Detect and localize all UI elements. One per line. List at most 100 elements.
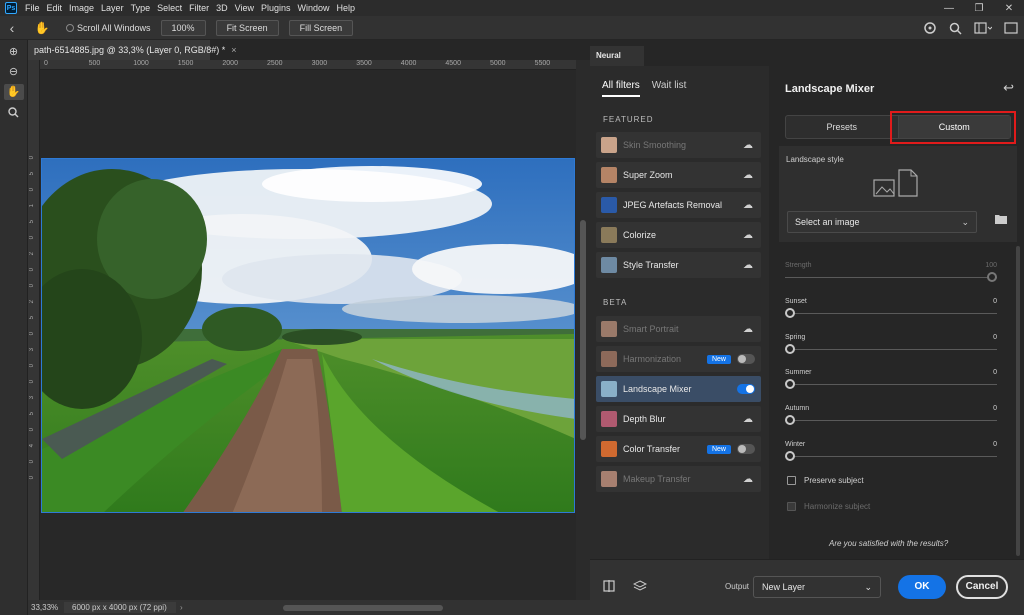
filter-item-landscape-mixer[interactable]: Landscape Mixer [596,376,761,402]
status-menu-arrow-icon[interactable]: › [180,603,183,612]
ok-button[interactable]: OK [898,575,946,599]
preserve-subject-checkbox[interactable]: Preserve subject [787,476,864,485]
tab-wait-list[interactable]: Wait list [652,80,687,97]
menu-edit[interactable]: Edit [47,3,63,13]
slider-winter[interactable]: Winter 0 [785,441,997,465]
select-image-dropdown[interactable]: Select an image ⌄ [787,211,977,233]
share-icon[interactable] [923,21,937,35]
workspace-icon[interactable] [974,22,992,34]
cloud-download-icon[interactable]: ☁ [741,414,755,425]
slider-summer[interactable]: Summer 0 [785,369,997,393]
slider-strength[interactable]: Strength 100 [785,262,997,286]
slider-track[interactable] [785,420,997,422]
filter-item-super-zoom[interactable]: Super Zoom ☁ [596,162,761,188]
tab-all-filters[interactable]: All filters [602,80,640,97]
filter-item-harmonization[interactable]: Harmonization New [596,346,761,372]
cloud-download-icon[interactable]: ☁ [741,200,755,211]
scrollbar-thumb[interactable] [580,220,586,440]
minimize-button[interactable]: — [934,3,964,14]
slider-value: 0 [993,369,997,377]
search-icon[interactable] [949,22,962,35]
zoom-level[interactable]: 33,33% [28,603,64,612]
slider-handle[interactable] [785,379,795,390]
menu-help[interactable]: Help [337,3,356,13]
options-right-icons [923,16,1018,40]
settings-title: Landscape Mixer [785,83,875,95]
presets-custom-toggle: Presets Custom [785,115,1011,139]
slider-handle[interactable] [785,307,795,318]
slider-track[interactable] [785,384,997,386]
filter-item-makeup-transfer[interactable]: Makeup Transfer ☁ [596,466,761,492]
document-tab[interactable]: path-6514885.jpg @ 33,3% (Layer 0, RGB/8… [28,40,237,60]
cloud-download-icon[interactable]: ☁ [741,474,755,485]
filter-toggle[interactable] [737,444,755,454]
slider-track[interactable] [785,456,997,457]
slider-sunset[interactable]: Sunset 0 [785,298,997,322]
close-button[interactable]: ✕ [994,3,1024,14]
slider-handle[interactable] [785,451,795,461]
menu-plugins[interactable]: Plugins [261,3,291,13]
slider-handle[interactable] [785,415,795,426]
filter-item-skin-smoothing[interactable]: Skin Smoothing ☁ [596,132,761,158]
window-arrange-icon[interactable] [1004,22,1018,34]
slider-track[interactable] [785,348,997,350]
filter-toggle[interactable] [737,354,755,364]
filter-item-color-transfer[interactable]: Color Transfer New [596,436,761,462]
scroll-all-windows-checkbox[interactable]: Scroll All Windows [66,23,151,33]
fill-screen-button[interactable]: Fill Screen [288,19,354,36]
reset-icon[interactable]: ↩ [1003,80,1014,96]
back-icon[interactable]: ‹ [0,20,24,36]
cloud-download-icon[interactable]: ☁ [741,230,755,241]
filter-item-style-transfer[interactable]: Style Transfer ☁ [596,252,761,278]
hand-icon[interactable]: ✋ [3,84,24,100]
cloud-download-icon[interactable]: ☁ [741,140,755,151]
neural-filters-tab[interactable]: Neural Filters [590,46,644,80]
slider-autumn[interactable]: Autumn 0 [785,405,997,429]
settings-scrollbar[interactable] [1016,246,1020,556]
menu-layer[interactable]: Layer [101,3,124,13]
menu-select[interactable]: Select [157,3,182,13]
filter-item-colorize[interactable]: Colorize ☁ [596,222,761,248]
zoom-icon[interactable] [4,104,24,120]
slider-handle[interactable] [987,272,997,282]
zoom-100-button[interactable]: 100% [160,19,206,36]
presets-button[interactable]: Presets [786,116,898,138]
slider-track[interactable] [785,277,997,278]
cloud-download-icon[interactable]: ☁ [741,324,755,335]
filter-toggle[interactable] [737,384,755,394]
ruler-tick-label: 3 [29,348,35,352]
custom-button[interactable]: Custom [897,116,1010,138]
ruler-tick-label: 0 [29,268,35,272]
slider-handle[interactable] [785,343,795,354]
menu-image[interactable]: Image [69,3,94,13]
filter-thumbnail [601,257,617,273]
canvas-vertical-scrollbar[interactable] [576,70,590,600]
fit-screen-button[interactable]: Fit Screen [215,19,279,36]
menu-filter[interactable]: Filter [189,3,209,13]
output-dropdown[interactable]: New Layer ⌄ [753,576,881,598]
cloud-download-icon[interactable]: ☁ [741,260,755,271]
filter-item-jpeg-artefacts-removal[interactable]: JPEG Artefacts Removal ☁ [596,192,761,218]
feedback-prompt[interactable]: Are you satisfied with the results? [829,539,948,548]
harmonize-subject-checkbox[interactable]: Harmonize subject [787,502,870,511]
zoom-in-icon[interactable]: ⊕ [4,44,24,60]
filter-item-smart-portrait[interactable]: Smart Portrait ☁ [596,316,761,342]
menu-file[interactable]: File [25,3,40,13]
close-tab-icon[interactable]: × [231,45,236,55]
layers-icon[interactable] [632,580,648,595]
restore-button[interactable]: ❐ [964,3,994,14]
folder-icon[interactable] [995,214,1007,227]
cancel-button[interactable]: Cancel [956,575,1008,599]
canvas-horizontal-scrollbar[interactable] [282,604,443,611]
menu-type[interactable]: Type [131,3,151,13]
cloud-download-icon[interactable]: ☁ [741,170,755,181]
compare-icon[interactable] [603,580,615,595]
zoom-out-icon[interactable]: ⊖ [4,64,24,80]
menu-view[interactable]: View [235,3,254,13]
menu-window[interactable]: Window [298,3,330,13]
slider-spring[interactable]: Spring 0 [785,334,997,358]
slider-track[interactable] [785,312,997,314]
menu-3d[interactable]: 3D [216,3,228,13]
hand-tool-icon[interactable]: ✋ [24,21,60,35]
filter-item-depth-blur[interactable]: Depth Blur ☁ [596,406,761,432]
